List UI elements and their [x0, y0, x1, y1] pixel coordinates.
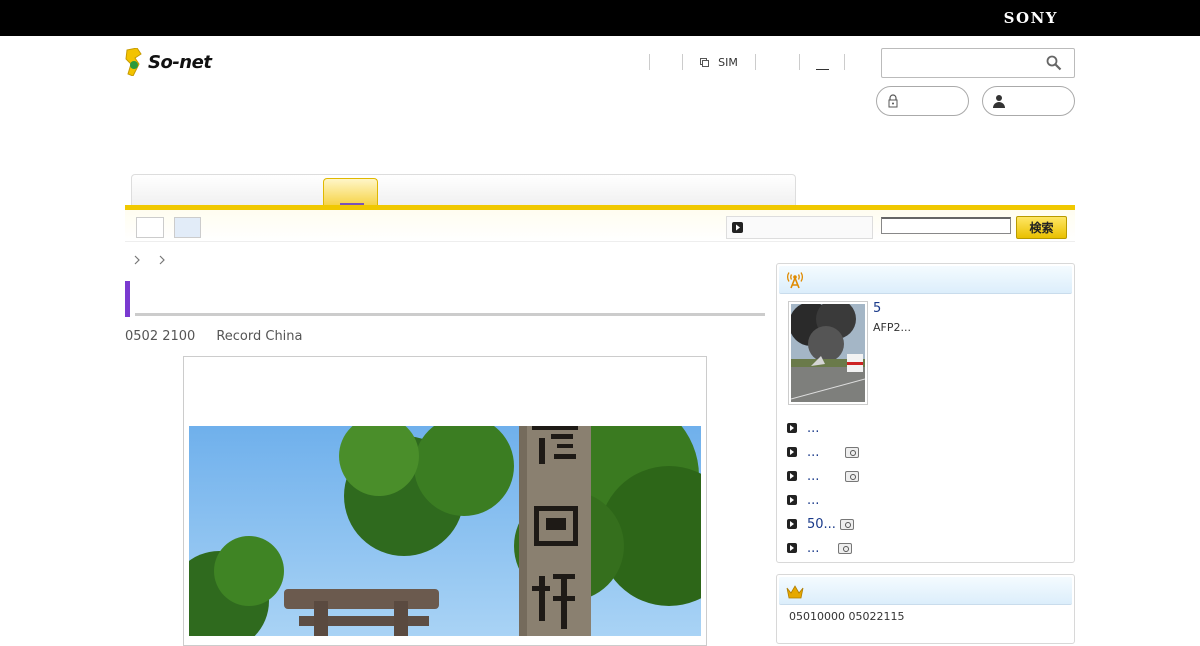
news-search-button[interactable]: 検索 — [1016, 216, 1067, 239]
sidebar-news-thumbnail[interactable] — [788, 299, 868, 405]
news-search-input[interactable] — [881, 217, 1011, 234]
user-icon — [993, 95, 1005, 108]
header-link-divider — [844, 54, 845, 70]
sidebar-news-box: 5 AFP2... ... ... ... ... 50... ... — [776, 263, 1075, 563]
news-thumb-image — [789, 299, 866, 402]
member-button[interactable] — [982, 86, 1075, 116]
arrow-bullet-icon — [787, 471, 797, 481]
breadcrumb-chevron-2-icon — [158, 254, 166, 270]
header-link-sim[interactable]: SIM — [682, 54, 755, 70]
list-item[interactable]: ... — [787, 464, 1067, 488]
list-item[interactable]: ... — [787, 536, 1067, 560]
list-item[interactable]: 50... — [787, 512, 1067, 536]
sony-top-bar: SONY — [0, 0, 1200, 36]
arrow-bullet-icon — [787, 447, 797, 457]
header-link-1[interactable] — [649, 54, 682, 70]
sidebar-ranking-header — [779, 577, 1072, 605]
sidebar-ranking-box: 05010000 05022115 — [776, 574, 1075, 644]
sidebar-news-headline[interactable]: 5 — [873, 301, 881, 316]
arrow-bullet-icon — [787, 495, 797, 505]
login-button[interactable] — [876, 86, 969, 116]
broadcast-tower-icon — [787, 272, 803, 289]
sidebar-news-header — [779, 266, 1072, 294]
header-link-4[interactable] — [799, 54, 844, 70]
arrow-bullet-icon — [787, 423, 797, 433]
so-net-wordmark: So-net — [148, 51, 212, 73]
ranking-period: 05010000 05022115 — [789, 610, 905, 623]
camera-icon — [839, 518, 854, 530]
play-icon — [732, 222, 743, 233]
title-underline — [135, 313, 765, 316]
article-date: 0502 2100 — [125, 329, 196, 344]
list-item[interactable]: ... — [787, 416, 1067, 440]
article-source[interactable]: Record China — [216, 329, 302, 344]
shrine-photo-image — [189, 426, 701, 636]
list-item[interactable]: ... — [787, 440, 1067, 464]
title-accent-bar — [125, 281, 130, 317]
tab-active[interactable] — [323, 178, 378, 208]
search-icon[interactable] — [1046, 55, 1062, 71]
link-underline — [816, 69, 829, 70]
camera-icon — [845, 446, 860, 458]
site-search-box[interactable] — [881, 48, 1075, 78]
arrow-bullet-icon — [787, 543, 797, 553]
article-title — [125, 281, 765, 317]
category-tabs — [131, 174, 796, 206]
subnav-button-1[interactable] — [136, 217, 164, 238]
camera-icon — [845, 470, 860, 482]
crown-icon — [786, 585, 804, 599]
breadcrumb-chevron-1-icon — [133, 254, 141, 270]
header-links: SIM — [649, 54, 845, 70]
so-net-logo[interactable]: So-net — [125, 47, 212, 77]
video-link-box[interactable] — [726, 216, 873, 239]
subnav-button-2[interactable] — [174, 217, 201, 238]
sony-logo[interactable]: SONY — [1004, 9, 1058, 27]
list-item[interactable]: ... — [787, 488, 1067, 512]
site-search-input[interactable] — [888, 50, 1038, 76]
sidebar-news-subtext: AFP2... — [873, 321, 911, 334]
sim-card-icon — [700, 57, 710, 67]
so-net-mark-icon — [125, 47, 145, 77]
sidebar-news-list: ... ... ... ... 50... ... — [787, 416, 1067, 560]
camera-icon — [838, 542, 853, 554]
article-meta: 0502 2100 Record China — [125, 329, 303, 344]
lock-icon — [888, 94, 898, 108]
arrow-bullet-icon — [787, 519, 797, 529]
article-photo[interactable] — [189, 426, 701, 636]
header-link-3[interactable] — [755, 54, 799, 70]
